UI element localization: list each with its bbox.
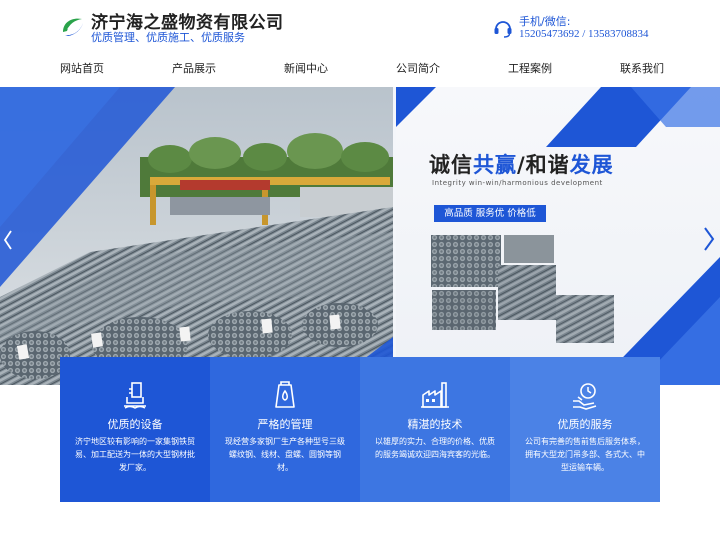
nav-item-cases[interactable]: 工程案例 (508, 60, 552, 76)
slider-next-icon[interactable] (702, 226, 716, 252)
steel-yard-illustration (0, 87, 393, 385)
feature-cards: 优质的设备 济宁地区较有影响的一家集钢铁贸易、加工配送为一体的大型钢材批发厂家。… (60, 357, 660, 502)
feature-card-equipment[interactable]: 优质的设备 济宁地区较有影响的一家集钢铁贸易、加工配送为一体的大型钢材批发厂家。 (60, 357, 210, 502)
factory-icon (421, 382, 449, 408)
feature-title: 优质的设备 (107, 418, 163, 431)
nav-item-contact[interactable]: 联系我们 (620, 60, 664, 76)
feature-card-service[interactable]: 优质的服务 公司有完善的售前售后服务体系，拥有大型龙门吊多部、各式大、中型运输车… (510, 357, 660, 502)
headset-icon (494, 21, 512, 38)
rebar-photo-collage (431, 235, 614, 343)
feature-title: 优质的服务 (557, 418, 613, 431)
contact-phones[interactable]: 15205473692 / 13583708834 (519, 28, 649, 40)
banner-headline-english: Integrity win-win/harmonious development (432, 179, 603, 187)
page: 济宁海之盛物资有限公司 优质管理、优质施工、优质服务 手机/微信: 152054… (0, 0, 720, 540)
banner-slider[interactable]: 诚信共赢/和谐发展 Integrity win-win/harmonious d… (0, 87, 720, 385)
feature-desc: 济宁地区较有影响的一家集钢铁贸易、加工配送为一体的大型钢材批发厂家。 (75, 437, 195, 472)
contact-label: 手机/微信: (519, 15, 571, 28)
nav-item-products[interactable]: 产品展示 (172, 60, 216, 76)
nav-item-about[interactable]: 公司简介 (396, 60, 440, 76)
feature-title: 精湛的技术 (407, 418, 463, 431)
company-logo-icon[interactable] (60, 14, 86, 40)
nav-item-news[interactable]: 新闻中心 (284, 60, 328, 76)
feature-card-technology[interactable]: 精湛的技术 以雄厚的实力、合理的价格、优质的服务竭诚欢迎四海宾客的光临。 (360, 357, 510, 502)
nav-item-home[interactable]: 网站首页 (60, 60, 104, 76)
equipment-icon (124, 382, 146, 409)
banner-tagline: 高品质 服务优 价格低 (434, 205, 546, 222)
feature-desc: 现经营多家钢厂生产各种型号三级螺纹钢、线材、盘螺、圆钢等钢材。 (225, 437, 345, 472)
blue-stripe-decoration (396, 87, 720, 385)
banner-photo-steel-yard (0, 87, 393, 385)
feature-desc: 公司有完善的售前售后服务体系，拥有大型龙门吊多部、各式大、中型运输车辆。 (525, 437, 645, 472)
banner-headline: 诚信共赢/和谐发展 (429, 153, 614, 177)
slider-prev-icon[interactable] (3, 229, 13, 251)
management-icon (275, 381, 295, 408)
company-slogan: 优质管理、优质施工、优质服务 (91, 31, 245, 44)
service-icon (573, 383, 597, 410)
header: 济宁海之盛物资有限公司 优质管理、优质施工、优质服务 手机/微信: 152054… (0, 0, 720, 50)
main-nav: 网站首页 产品展示 新闻中心 公司简介 工程案例 联系我们 (0, 55, 720, 81)
feature-title: 严格的管理 (257, 418, 313, 431)
feature-desc: 以雄厚的实力、合理的价格、优质的服务竭诚欢迎四海宾客的光临。 (375, 437, 495, 459)
feature-card-management[interactable]: 严格的管理 现经营多家钢厂生产各种型号三级螺纹钢、线材、盘螺、圆钢等钢材。 (210, 357, 360, 502)
banner-slogan-panel: 诚信共赢/和谐发展 Integrity win-win/harmonious d… (396, 87, 720, 385)
